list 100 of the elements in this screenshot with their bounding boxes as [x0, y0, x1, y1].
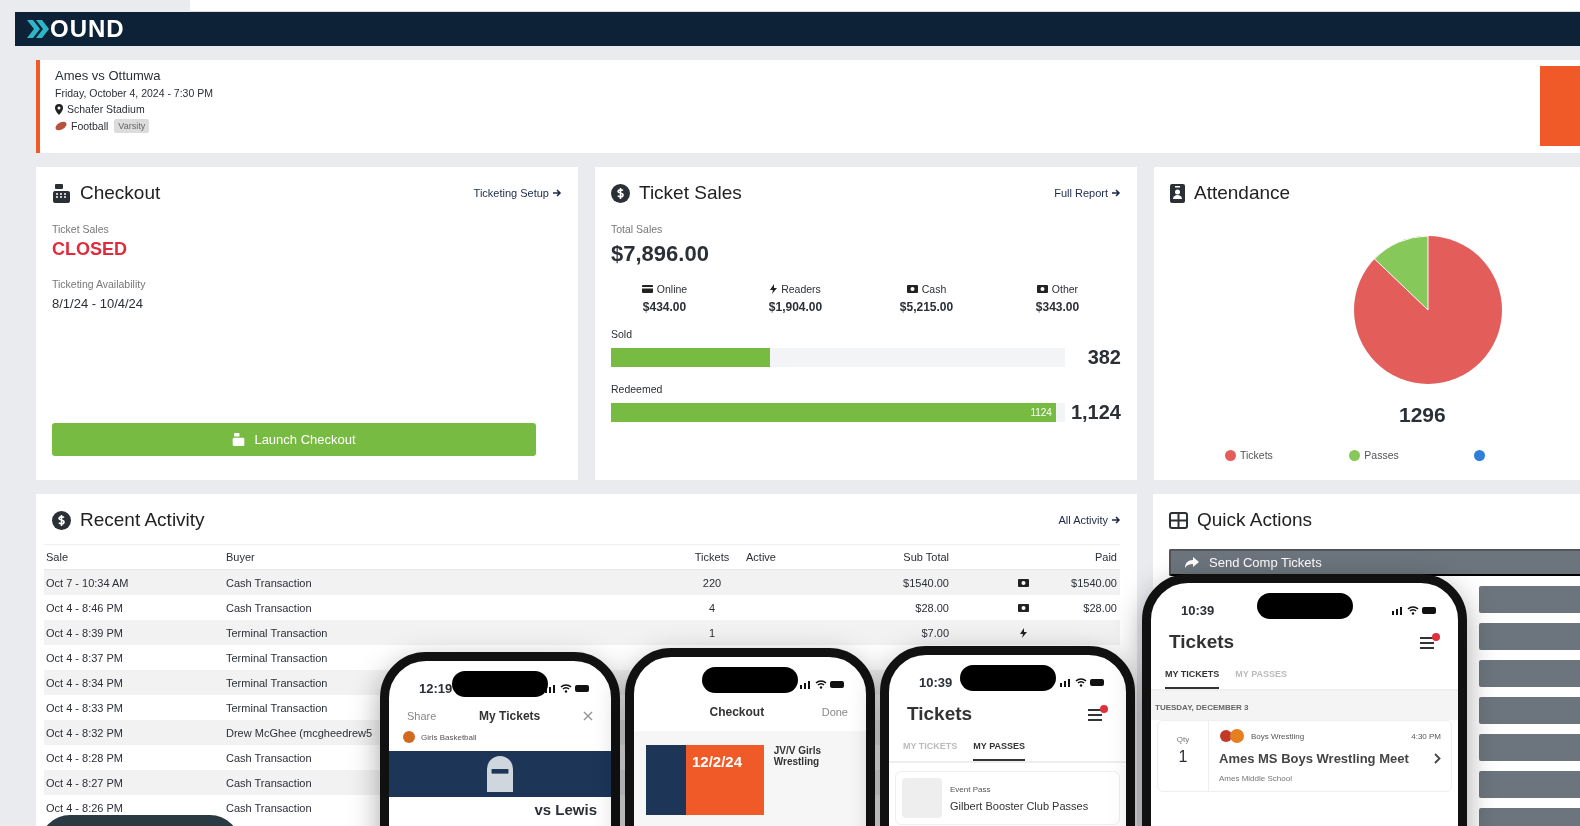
table-cell-text: $28.00 [914, 601, 950, 614]
status-icons [1060, 677, 1104, 687]
pass-name: Gilbert Booster Club Passes [950, 799, 1089, 812]
column-header: Tickets [694, 551, 730, 563]
legend-label: Passes [1364, 449, 1399, 461]
field-label: Ticketing Availability [52, 278, 147, 290]
dollar-circle-icon [611, 183, 630, 203]
table-cell-text: Oct 4 - 8:46 PM [45, 601, 124, 614]
status-time: 12:19 [419, 680, 453, 696]
card-title: Quick Actions [1197, 509, 1313, 531]
table-cell-text: Oct 4 - 8:32 PM [45, 726, 124, 739]
pass-card[interactable]: Event Pass Gilbert Booster Club Passes [895, 771, 1120, 825]
card-title: Recent Activity [80, 509, 205, 531]
grid-icon [1169, 511, 1188, 529]
sport-label: Football [71, 120, 109, 132]
table-cell: 1 [708, 626, 716, 639]
table-cell: 4 [708, 601, 716, 614]
menu-icon[interactable] [1420, 633, 1440, 651]
table-cell-text: Oct 4 - 8:28 PM [45, 751, 124, 764]
event-name: JV/V Girls Wrestling [773, 745, 822, 767]
table-cell-text: Terminal Transaction [225, 651, 328, 664]
card-title: Checkout [80, 182, 161, 204]
tab[interactable]: MY TICKETS [1165, 669, 1220, 689]
table-cell-text: Oct 4 - 8:34 PM [45, 676, 124, 689]
payment-amount: $5,215.00 [899, 300, 954, 314]
total-sales: $7,896.00 [611, 241, 710, 267]
dollar-circle-icon [52, 510, 71, 530]
team-logos-icon [1219, 729, 1245, 743]
done-button[interactable]: Done [821, 706, 848, 718]
ticketing-setup-link[interactable]: Ticketing Setup [473, 187, 562, 199]
cash-register-icon [232, 433, 246, 446]
share-link[interactable]: Share [407, 710, 437, 722]
card-title: Ticket Sales [639, 182, 742, 204]
field-label: Ticket Sales [52, 223, 110, 235]
action-button[interactable] [1479, 697, 1580, 724]
attendance-total: 1296 [1399, 403, 1447, 427]
action-button[interactable] [1479, 771, 1580, 798]
basketball-icon [403, 731, 415, 743]
event-name: Ames MS Boys Wrestling Meet [1219, 751, 1409, 766]
bar-value: 1124 [1030, 407, 1053, 418]
action-button[interactable] [1479, 734, 1580, 761]
ticket-card[interactable]: Qty 1 Boys Wrestling 4:30 PM Ames MS Boys Wrestling Meet Ames Middle School [1157, 720, 1452, 792]
cash-icon [906, 285, 918, 293]
column-header: Sale [45, 551, 69, 563]
status-icons [800, 679, 844, 689]
action-button[interactable] [1479, 660, 1580, 687]
table-cell: 220 [702, 576, 722, 589]
status-icons [1392, 605, 1436, 615]
ticket-count: 1,124 [1070, 401, 1121, 424]
tab[interactable]: MY PASSES [973, 741, 1026, 761]
pass-type: Event Pass [950, 784, 992, 794]
full-report-link[interactable]: Full Report [1054, 187, 1121, 199]
screen-title: My Tickets [479, 709, 541, 723]
arrow-right-icon [1112, 189, 1121, 197]
qty-label: Qty [1176, 735, 1190, 744]
card-title: Attendance [1194, 182, 1291, 204]
bar-label: Sold [611, 328, 633, 340]
table-cell-text: $28.00 [1082, 601, 1118, 614]
send-comp-tickets-button[interactable]: Send Comp Tickets [1169, 549, 1580, 576]
qty-value: 1 [1178, 748, 1188, 766]
menu-icon[interactable] [1088, 705, 1108, 723]
close-icon[interactable] [583, 711, 593, 721]
table-cell-text: Drew McGhee (mcgheedrew5 [225, 726, 373, 739]
cash-icon [1017, 603, 1029, 612]
table-cell-text: Cash Transaction [225, 751, 312, 764]
venue-name: Ames Middle School [1219, 774, 1293, 783]
football-icon [55, 121, 67, 131]
action-button[interactable] [1479, 623, 1580, 650]
column-header: Sub Total [902, 551, 950, 563]
payment-amount: $434.00 [642, 300, 687, 314]
ticket-count: 382 [1087, 346, 1121, 369]
all-activity-link[interactable]: All Activity [1058, 514, 1121, 526]
event-title: Ames vs Ottumwa [55, 68, 162, 83]
cash-register-icon [52, 183, 71, 203]
table-cell-text: Oct 4 - 8:39 PM [45, 626, 124, 639]
table-cell-text: Cash Transaction [225, 601, 312, 614]
arrow-right-icon [553, 189, 562, 197]
action-button[interactable] [1479, 586, 1580, 613]
column-header: Active [745, 551, 776, 563]
table-cell-text: Terminal Transaction [225, 701, 328, 714]
event-time: 4:30 PM [1411, 731, 1441, 741]
table-cell-text: Terminal Transaction [225, 626, 328, 639]
payment-type-label: Online [656, 283, 688, 295]
payment-type-label: Cash [921, 283, 947, 295]
table-cell-text: $1540.00 [1070, 576, 1118, 589]
knight-mascot-drawing [487, 756, 513, 792]
table-cell-text: $7.00 [920, 626, 950, 639]
table-cell-text: Cash Transaction [225, 776, 312, 789]
payment-amount: $1,904.00 [768, 300, 823, 314]
column-header: Buyer [225, 551, 255, 563]
table-cell-text: Oct 4 - 8:37 PM [45, 651, 124, 664]
sales-status: CLOSED [52, 239, 128, 260]
event-graphic: 12/2/24 [646, 745, 764, 815]
field-label: Total Sales [611, 223, 664, 235]
table-cell-text: Terminal Transaction [225, 676, 328, 689]
share-arrow-icon [1185, 557, 1199, 568]
cash-icon [1036, 285, 1048, 293]
table-cell-text: Oct 4 - 8:26 PM [45, 801, 124, 814]
cash-icon [1017, 578, 1029, 587]
table-cell-text: Oct 7 - 10:34 AM [45, 576, 129, 589]
